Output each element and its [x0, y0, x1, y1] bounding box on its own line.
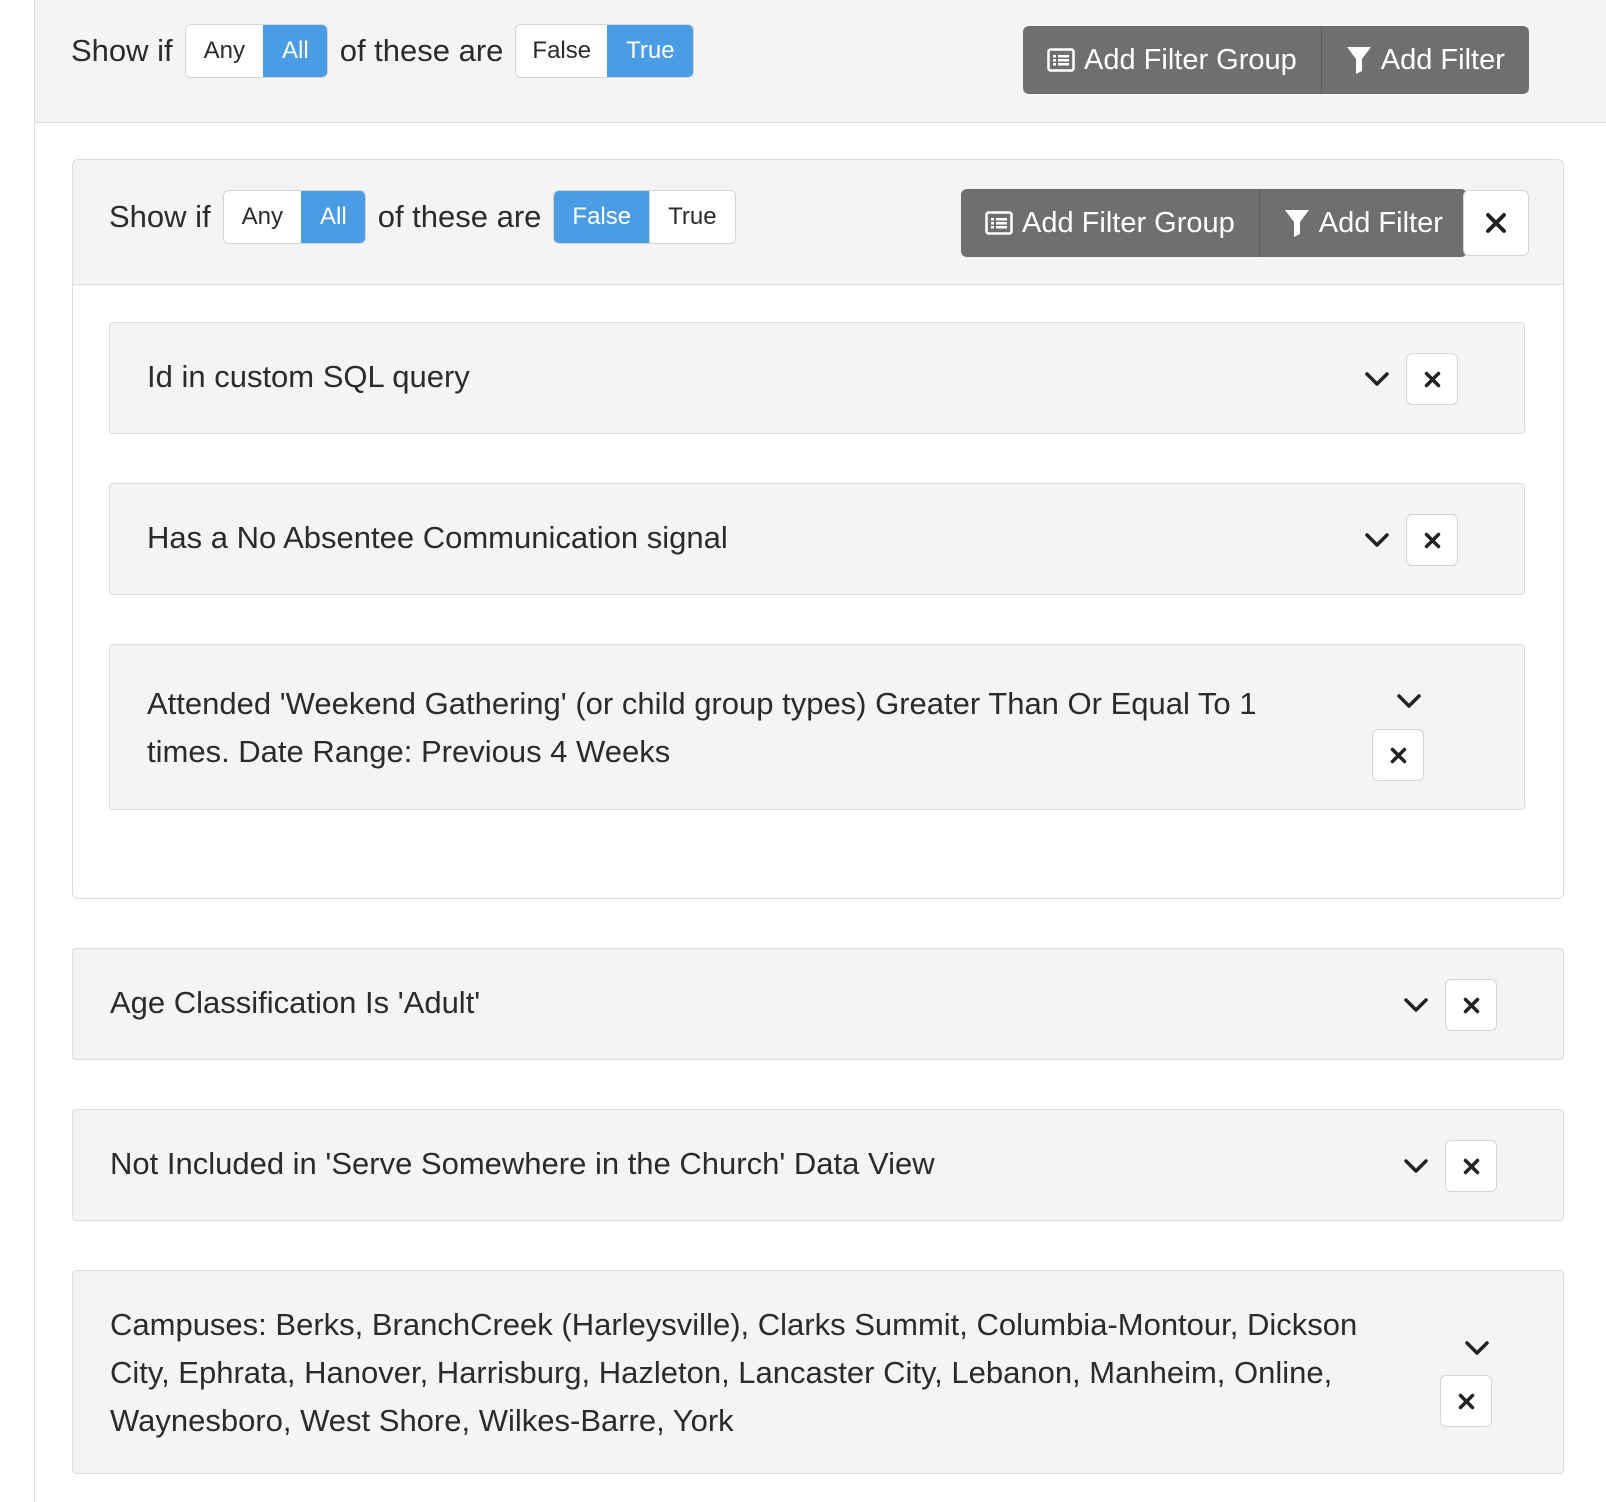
add-filter-button[interactable]: Add Filter: [1258, 189, 1467, 257]
close-icon: [1463, 1158, 1479, 1174]
filter-icon: [1346, 47, 1371, 74]
close-icon: [1458, 1393, 1474, 1409]
of-these-are-label: of these are: [377, 199, 542, 234]
delete-group-button[interactable]: [1463, 190, 1529, 256]
filter-label: Id in custom SQL query: [147, 359, 470, 394]
root-show-if-row: Show if Any All of these are False True: [71, 24, 706, 78]
delete-filter-button[interactable]: [1440, 1375, 1492, 1427]
filter-row[interactable]: Campuses: Berks, BranchCreek (Harleysvil…: [72, 1270, 1564, 1474]
add-filter-label: Add Filter: [1318, 206, 1443, 239]
chevron-down-icon[interactable]: [1364, 371, 1390, 387]
delete-filter-button[interactable]: [1445, 1140, 1497, 1192]
chevron-down-icon[interactable]: [1403, 1158, 1429, 1174]
filter-row[interactable]: Age Classification Is 'Adult': [72, 948, 1564, 1060]
close-icon: [1486, 213, 1506, 233]
close-icon: [1463, 997, 1479, 1013]
filter-row[interactable]: Attended 'Weekend Gathering' (or child g…: [109, 644, 1525, 810]
filter-row[interactable]: Not Included in 'Serve Somewhere in the …: [72, 1109, 1564, 1221]
group-header: Show if Any All of these are False True …: [73, 160, 1563, 285]
truth-toggle: False True: [515, 24, 694, 78]
all-option[interactable]: All: [301, 191, 365, 243]
filter-editor: Show if Any All of these are False True …: [34, 0, 1606, 1502]
add-filter-group-button[interactable]: Add Filter Group: [1023, 26, 1321, 94]
filter-label: Not Included in 'Serve Somewhere in the …: [110, 1146, 935, 1181]
show-if-label: Show if: [109, 199, 211, 234]
of-these-are-label: of these are: [339, 33, 504, 68]
list-icon: [1047, 48, 1075, 72]
add-filter-group-label: Add Filter Group: [1022, 206, 1235, 239]
add-filter-group-button[interactable]: Add Filter Group: [961, 189, 1259, 257]
any-option[interactable]: Any: [185, 25, 264, 77]
delete-filter-button[interactable]: [1406, 353, 1458, 405]
false-option[interactable]: False: [516, 25, 608, 77]
false-option[interactable]: False: [554, 191, 650, 243]
delete-filter-button[interactable]: [1406, 514, 1458, 566]
match-toggle: Any All: [222, 190, 366, 244]
chevron-down-icon[interactable]: [1403, 997, 1429, 1013]
truth-toggle: False True: [553, 190, 736, 244]
delete-filter-button[interactable]: [1372, 729, 1424, 781]
filter-row[interactable]: Id in custom SQL query: [109, 322, 1525, 434]
show-if-label: Show if: [71, 33, 173, 68]
filter-row[interactable]: Has a No Absentee Communication signal: [109, 483, 1525, 595]
filter-icon: [1284, 210, 1309, 237]
any-option[interactable]: Any: [223, 191, 302, 243]
true-option[interactable]: True: [607, 25, 693, 77]
root-group-header: Show if Any All of these are False True …: [35, 0, 1606, 123]
close-icon: [1424, 532, 1440, 548]
filter-label: Campuses: Berks, BranchCreek (Harleysvil…: [110, 1307, 1358, 1438]
chevron-down-icon[interactable]: [1396, 693, 1422, 709]
close-icon: [1390, 747, 1406, 763]
all-option[interactable]: All: [263, 25, 327, 77]
chevron-down-icon[interactable]: [1364, 532, 1390, 548]
filter-group: Show if Any All of these are False True …: [72, 159, 1564, 899]
add-filter-group-label: Add Filter Group: [1084, 43, 1297, 76]
group-show-if-row: Show if Any All of these are False True: [109, 190, 748, 244]
true-option[interactable]: True: [649, 191, 735, 243]
group-add-buttons: Add Filter Group Add Filter: [961, 189, 1467, 257]
filter-label: Attended 'Weekend Gathering' (or child g…: [147, 686, 1257, 769]
filter-label: Has a No Absentee Communication signal: [147, 520, 728, 555]
match-toggle: Any All: [184, 24, 328, 78]
list-icon: [985, 211, 1013, 235]
delete-filter-button[interactable]: [1445, 979, 1497, 1031]
close-icon: [1424, 371, 1440, 387]
add-filter-label: Add Filter: [1380, 43, 1505, 76]
root-add-buttons: Add Filter Group Add Filter: [1023, 26, 1529, 94]
add-filter-button[interactable]: Add Filter: [1320, 26, 1529, 94]
filter-label: Age Classification Is 'Adult': [110, 985, 481, 1020]
chevron-down-icon[interactable]: [1464, 1340, 1490, 1356]
